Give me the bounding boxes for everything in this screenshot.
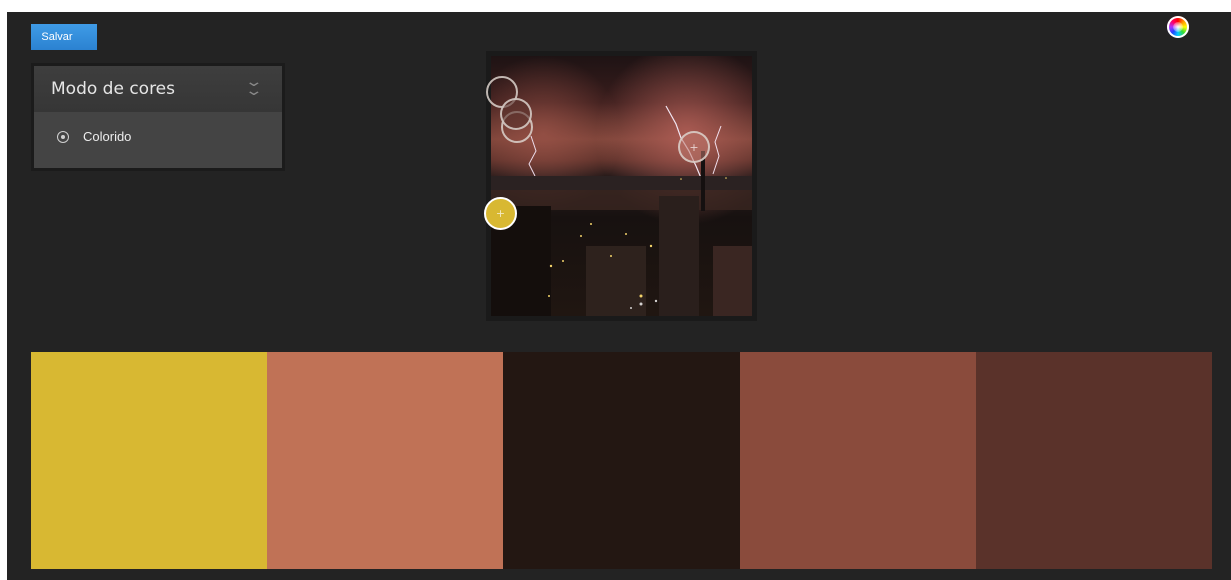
palette-swatch[interactable]	[739, 352, 976, 569]
color-palette	[31, 352, 1213, 569]
save-button[interactable]: Salvar	[31, 24, 97, 50]
source-photo-frame	[486, 51, 757, 321]
radio-selected-icon[interactable]	[57, 131, 69, 143]
source-photo	[491, 56, 752, 316]
color-mode-panel: Modo de cores ⌄ ⌄ Colorido	[31, 63, 285, 171]
photo-scene	[491, 56, 752, 316]
palette-swatch[interactable]	[31, 352, 268, 569]
double-chevron-down-icon[interactable]: ⌄ ⌄	[245, 75, 264, 98]
palette-swatch[interactable]	[267, 352, 504, 569]
color-mode-option-label[interactable]: Colorido	[83, 129, 131, 144]
app-canvas: Salvar Modo de cores ⌄ ⌄ Colorido + +	[7, 12, 1231, 580]
color-picker-handle[interactable]: +	[484, 197, 517, 230]
color-mode-panel-header[interactable]: Modo de cores ⌄ ⌄	[34, 66, 282, 112]
palette-swatch[interactable]	[503, 352, 740, 569]
color-mode-panel-title: Modo de cores	[51, 79, 175, 99]
palette-swatch[interactable]	[975, 352, 1213, 569]
color-picker-handle[interactable]	[500, 98, 532, 130]
color-mode-options: Colorido	[34, 112, 282, 168]
color-wheel-icon[interactable]	[1167, 16, 1189, 38]
color-picker-handle[interactable]: +	[678, 131, 710, 163]
